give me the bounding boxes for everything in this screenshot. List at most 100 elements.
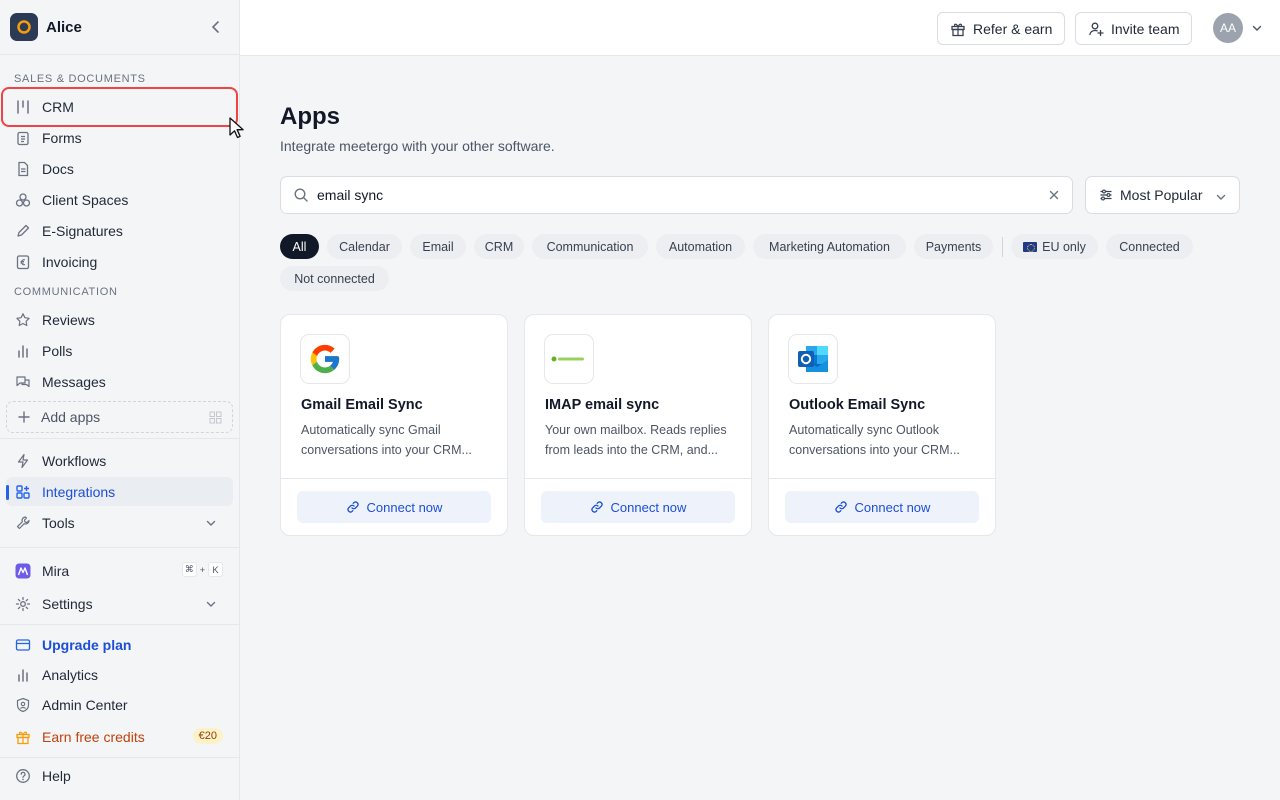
add-apps-button[interactable]: Add apps	[6, 401, 233, 433]
google-logo-icon	[300, 334, 350, 384]
sort-dropdown[interactable]: Most Popular	[1085, 176, 1240, 214]
filter-chip-connected[interactable]: Connected	[1106, 234, 1193, 259]
gift-icon	[14, 728, 32, 746]
card-divider	[281, 478, 507, 479]
sidebar-item-analytics[interactable]: Analytics	[6, 660, 233, 689]
workspace-logo-icon	[10, 13, 38, 41]
link-icon	[590, 501, 603, 513]
sidebar-item-earn-credits[interactable]: Earn free credits €20	[6, 722, 233, 751]
connect-now-button[interactable]: Connect now	[541, 491, 735, 523]
filter-chip-not-connected[interactable]: Not connected	[280, 266, 389, 291]
apps-icon	[14, 483, 32, 501]
clear-search-icon[interactable]	[1048, 189, 1060, 201]
outlook-logo-icon	[788, 334, 838, 384]
sidebar-item-label: Forms	[42, 129, 82, 146]
sidebar-item-e-signatures[interactable]: E-Signatures	[6, 216, 233, 245]
workspace-name: Alice	[46, 18, 82, 36]
chevron-down-icon[interactable]	[1251, 22, 1263, 34]
sidebar-item-polls[interactable]: Polls	[6, 336, 233, 365]
sidebar-item-label: Docs	[42, 160, 74, 177]
chevron-down-icon	[205, 517, 217, 529]
chevron-down-icon	[205, 598, 217, 610]
sidebar-item-tools[interactable]: Tools	[6, 508, 233, 537]
sidebar-item-forms[interactable]: Forms	[6, 123, 233, 152]
sidebar-item-label: Mira	[42, 562, 70, 579]
filter-chip-marketing-automation[interactable]: Marketing Automation	[753, 234, 906, 259]
app-card-description-line: from leads into the CRM, and...	[545, 443, 718, 457]
app-card-description-line: Your own mailbox. Reads replies	[545, 423, 727, 437]
card-divider	[525, 478, 751, 479]
app-card-description: Your own mailbox. Reads replies from lea…	[545, 420, 735, 460]
collapse-sidebar-icon[interactable]	[209, 20, 223, 34]
divider	[0, 547, 239, 548]
filter-chip-payments[interactable]: Payments	[914, 234, 993, 259]
workspace-switcher[interactable]: Alice	[0, 0, 239, 55]
sidebar-item-label: Polls	[42, 342, 73, 359]
sidebar-item-workflows[interactable]: Workflows	[6, 446, 233, 475]
search-input[interactable]	[317, 187, 1017, 203]
sidebar-item-admin-center[interactable]: Admin Center	[6, 690, 233, 719]
app-card-description-line: Automatically sync Outlook	[789, 423, 940, 437]
avatar[interactable]: AA	[1213, 13, 1243, 43]
sidebar-item-docs[interactable]: Docs	[6, 154, 233, 183]
sidebar-item-label: Help	[42, 767, 71, 784]
credit-card-icon	[14, 636, 32, 654]
filter-chip-email[interactable]: Email	[410, 234, 466, 259]
sidebar-item-integrations[interactable]: Integrations	[6, 477, 233, 506]
filter-chip-calendar[interactable]: Calendar	[327, 234, 402, 259]
sidebar-item-label: Upgrade plan	[42, 636, 132, 653]
credit-badge: €20	[192, 728, 223, 744]
sidebar-item-invoicing[interactable]: Invoicing	[6, 247, 233, 276]
sidebar-item-mira[interactable]: Mira ⌘ + K	[6, 556, 233, 585]
sidebar-item-label: Reviews	[42, 311, 95, 328]
connect-now-label: Connect now	[610, 499, 687, 515]
star-icon	[14, 311, 32, 329]
invite-team-button[interactable]: Invite team	[1075, 12, 1193, 45]
crm-highlight-outline	[1, 87, 238, 127]
invite-team-label: Invite team	[1111, 20, 1180, 37]
filter-chip-label: EU only	[1042, 239, 1086, 254]
sidebar-item-reviews[interactable]: Reviews	[6, 305, 233, 334]
sidebar-item-label: Client Spaces	[42, 191, 129, 208]
filter-chip-all[interactable]: All	[280, 234, 319, 259]
eu-flag-icon	[1023, 241, 1038, 252]
sidebar-item-upgrade-plan[interactable]: Upgrade plan	[6, 630, 233, 659]
gear-icon	[14, 595, 32, 613]
app-card-outlook[interactable]: Outlook Email Sync Automatically sync Ou…	[768, 314, 996, 536]
app-card-description: Automatically sync Gmail conversations i…	[301, 420, 491, 460]
divider	[0, 757, 239, 758]
divider	[0, 438, 239, 439]
mira-icon	[14, 562, 32, 580]
top-bar: Refer & earn Invite team AA	[240, 0, 1280, 56]
filter-chip-automation[interactable]: Automation	[656, 234, 745, 259]
filter-chip-eu-only[interactable]: EU only	[1011, 234, 1098, 259]
sidebar-item-client-spaces[interactable]: Client Spaces	[6, 185, 233, 214]
sidebar-item-messages[interactable]: Messages	[6, 367, 233, 396]
section-label-sales: SALES & DOCUMENTS	[14, 73, 146, 85]
filter-chip-communication[interactable]: Communication	[532, 234, 648, 259]
sliders-icon	[1100, 189, 1112, 201]
sidebar-item-label: Messages	[42, 373, 106, 390]
sidebar-item-help[interactable]: Help	[6, 761, 233, 790]
grid-icon	[209, 411, 222, 424]
filter-chip-crm[interactable]: CRM	[474, 234, 524, 259]
section-label-communication: COMMUNICATION	[14, 286, 118, 298]
connect-now-button[interactable]: Connect now	[297, 491, 491, 523]
sort-label: Most Popular	[1120, 187, 1203, 203]
divider	[0, 624, 239, 625]
app-card-gmail[interactable]: Gmail Email Sync Automatically sync Gmai…	[280, 314, 508, 536]
search-icon	[294, 188, 308, 202]
chip-separator	[1002, 237, 1003, 257]
search-field[interactable]	[280, 176, 1073, 214]
chat-icon	[14, 373, 32, 391]
sidebar-item-settings[interactable]: Settings	[6, 589, 233, 618]
sidebar-item-label: Tools	[42, 514, 75, 531]
sidebar-item-label: Invoicing	[42, 253, 98, 270]
euro-icon	[14, 253, 32, 271]
refer-earn-button[interactable]: Refer & earn	[937, 12, 1066, 45]
cubes-icon	[14, 191, 32, 209]
connect-now-button[interactable]: Connect now	[785, 491, 979, 523]
app-card-imap[interactable]: IMAP email sync Your own mailbox. Reads …	[524, 314, 752, 536]
shortcut-cmd: ⌘	[181, 562, 197, 577]
link-icon	[346, 501, 359, 513]
